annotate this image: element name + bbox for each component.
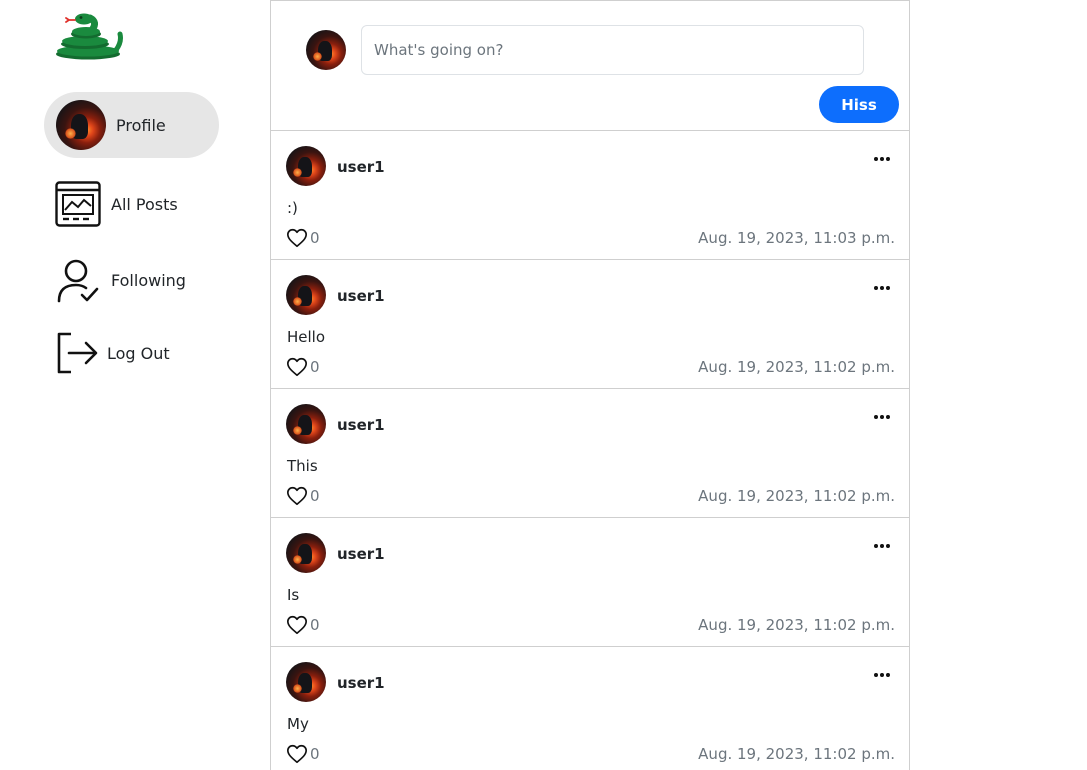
sidebar: Profile All Posts Following Log Out [0,0,270,770]
post-card: user1 My 0 Aug. 19, 2023, 11:02 p.m. [271,647,909,770]
post-timestamp: Aug. 19, 2023, 11:02 p.m. [698,487,895,505]
sidebar-item-label: All Posts [111,194,178,214]
sidebar-item-label: Following [111,270,186,290]
feed-column: Hiss user1 :) 0 Aug. 19, 2023, 11:03 p.m… [270,0,910,770]
sidebar-item-label: Profile [116,115,166,135]
like-count: 0 [310,229,320,247]
avatar[interactable] [286,275,326,315]
avatar[interactable] [286,533,326,573]
heart-icon[interactable] [286,485,308,507]
sidebar-item-profile[interactable]: Profile [44,92,219,158]
sidebar-item-all-posts[interactable]: All Posts [55,180,178,228]
post-timestamp: Aug. 19, 2023, 11:02 p.m. [698,745,895,763]
app-page: Profile All Posts Following Log Out What… [0,0,1087,770]
all-posts-icon [55,181,101,227]
hiss-button[interactable]: Hiss [819,86,899,123]
post-timestamp: Aug. 19, 2023, 11:02 p.m. [698,358,895,376]
post-content: :) [287,199,298,217]
like-count: 0 [310,745,320,763]
post-card: user1 This 0 Aug. 19, 2023, 11:02 p.m. [271,389,909,518]
snake-logo-icon[interactable] [54,12,124,62]
post-content: Is [287,586,300,604]
post-username[interactable]: user1 [337,674,385,692]
more-options-icon[interactable] [869,407,895,427]
logout-icon [55,330,101,376]
avatar[interactable] [286,662,326,702]
heart-icon[interactable] [286,743,308,765]
post-content: My [287,715,309,733]
compose-input[interactable] [361,25,864,75]
avatar [306,30,346,70]
avatar [56,100,106,150]
more-options-icon[interactable] [869,278,895,298]
post-card: user1 Is 0 Aug. 19, 2023, 11:02 p.m. [271,518,909,647]
user-check-icon [55,257,101,303]
avatar[interactable] [286,404,326,444]
like-count: 0 [310,487,320,505]
sidebar-item-log-out[interactable]: Log Out [55,330,170,376]
post-timestamp: Aug. 19, 2023, 11:02 p.m. [698,616,895,634]
post-username[interactable]: user1 [337,416,385,434]
avatar[interactable] [286,146,326,186]
like-count: 0 [310,616,320,634]
heart-icon[interactable] [286,356,308,378]
more-options-icon[interactable] [869,536,895,556]
sidebar-item-following[interactable]: Following [55,256,186,304]
heart-icon[interactable] [286,227,308,249]
heart-icon[interactable] [286,614,308,636]
post-content: Hello [287,328,326,346]
post-timestamp: Aug. 19, 2023, 11:03 p.m. [698,229,895,247]
more-options-icon[interactable] [869,149,895,169]
post-username[interactable]: user1 [337,545,385,563]
sidebar-item-label: Log Out [107,343,170,363]
compose-box: Hiss [271,0,909,131]
post-content: This [287,457,318,475]
post-username[interactable]: user1 [337,287,385,305]
post-username[interactable]: user1 [337,158,385,176]
like-count: 0 [310,358,320,376]
more-options-icon[interactable] [869,665,895,685]
post-card: user1 :) 0 Aug. 19, 2023, 11:03 p.m. [271,131,909,260]
post-card: user1 Hello 0 Aug. 19, 2023, 11:02 p.m. [271,260,909,389]
